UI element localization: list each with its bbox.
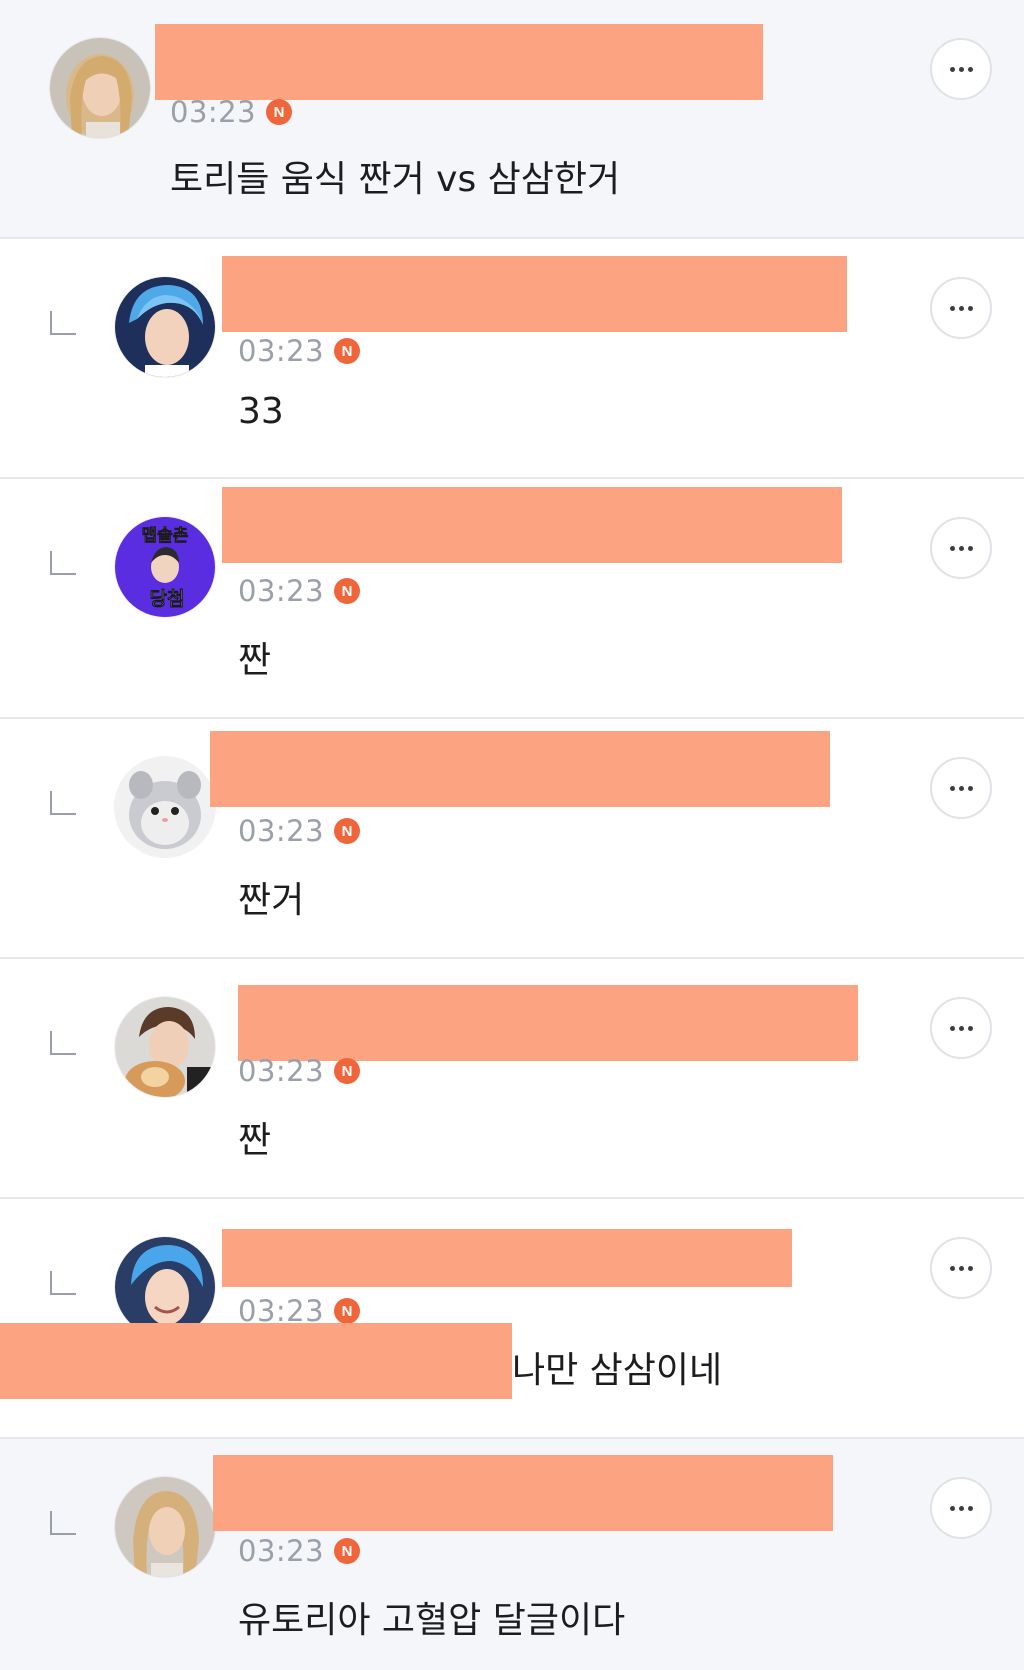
comment-meta: 03:23 N <box>238 1534 361 1568</box>
new-badge-icon: N <box>334 1538 361 1564</box>
more-options-button[interactable] <box>930 38 992 100</box>
new-badge-icon: N <box>334 1058 361 1084</box>
comment-text: 33 <box>238 391 284 432</box>
comment-text: 토리들 움식 짠거 vs 삼삼한거 <box>170 159 621 200</box>
more-horizontal-icon <box>949 545 973 551</box>
avatar[interactable] <box>115 1477 215 1577</box>
comment-text: 나만 삼삼이네 <box>512 1350 723 1391</box>
more-options-button[interactable] <box>930 757 992 819</box>
more-options-button[interactable] <box>930 1237 992 1299</box>
reply-indent-icon <box>50 791 76 815</box>
reply-item: 03:23 N 짠거 <box>0 719 1024 959</box>
new-badge-icon: N <box>334 338 361 364</box>
avatar[interactable] <box>115 277 215 377</box>
comment-text: 짠 <box>238 640 272 681</box>
author-name-redaction <box>222 256 847 332</box>
more-horizontal-icon <box>949 305 973 311</box>
reply-indent-icon <box>50 1031 76 1055</box>
comment-time: 03:23 <box>238 1054 325 1088</box>
author-name-redaction <box>210 731 830 807</box>
author-name-redaction <box>238 985 858 1061</box>
comment-text: 짠거 <box>238 880 305 921</box>
comment-thread: 03:23 N 토리들 움식 짠거 vs 삼삼한거 03:23 N 33 맵솔촌… <box>0 0 1024 1670</box>
reply-indent-icon <box>50 1271 76 1295</box>
more-options-button[interactable] <box>930 997 992 1059</box>
comment-text: 유토리아 고혈압 달글이다 <box>238 1600 626 1641</box>
text-redaction <box>0 1323 512 1399</box>
comment-time: 03:23 <box>170 95 257 129</box>
more-options-button[interactable] <box>930 277 992 339</box>
reply-item: 맵솔촌 당첨 03:23 N 짠 <box>0 479 1024 719</box>
more-horizontal-icon <box>949 66 973 72</box>
comment-time: 03:23 <box>238 1534 325 1568</box>
reply-indent-icon <box>50 551 76 575</box>
comment-time: 03:23 <box>238 814 325 848</box>
avatar[interactable]: 맵솔촌 당첨 <box>115 517 215 617</box>
reply-indent-icon <box>50 311 76 335</box>
avatar[interactable] <box>115 1237 215 1337</box>
reply-item: 03:23 N 짠 <box>0 959 1024 1199</box>
comment-meta: 03:23 N <box>170 95 293 129</box>
comment-meta: 03:23 N <box>238 574 361 608</box>
author-name-redaction <box>155 24 763 100</box>
new-badge-icon: N <box>334 818 361 844</box>
avatar[interactable] <box>115 997 215 1097</box>
avatar-text-bottom: 당첨 <box>150 588 185 610</box>
author-name-redaction <box>222 1229 792 1287</box>
more-horizontal-icon <box>949 1265 973 1271</box>
comment-meta: 03:23 N <box>238 1054 361 1088</box>
avatar-text-top: 맵솔촌 <box>142 526 189 546</box>
author-name-redaction <box>222 487 842 563</box>
comment-time: 03:23 <box>238 574 325 608</box>
more-horizontal-icon <box>949 1505 973 1511</box>
reply-indent-icon <box>50 1511 76 1535</box>
avatar[interactable] <box>50 38 150 138</box>
new-badge-icon: N <box>334 578 361 604</box>
more-horizontal-icon <box>949 1025 973 1031</box>
comment-text: 짠 <box>238 1120 272 1161</box>
new-badge-icon: N <box>266 99 293 125</box>
avatar[interactable] <box>115 757 215 857</box>
more-options-button[interactable] <box>930 517 992 579</box>
author-name-redaction <box>213 1455 833 1531</box>
more-options-button[interactable] <box>930 1477 992 1539</box>
comment-time: 03:23 <box>238 334 325 368</box>
new-badge-icon: N <box>334 1298 361 1324</box>
reply-item: 03:23 N 33 <box>0 239 1024 479</box>
reply-item: 03:23 N 유토리아 고혈압 달글이다 <box>0 1439 1024 1670</box>
reply-item: 03:23 N 나만 삼삼이네 <box>0 1199 1024 1439</box>
comment-meta: 03:23 N <box>238 814 361 848</box>
comment-meta: 03:23 N <box>238 334 361 368</box>
more-horizontal-icon <box>949 785 973 791</box>
comment-item: 03:23 N 토리들 움식 짠거 vs 삼삼한거 <box>0 0 1024 239</box>
